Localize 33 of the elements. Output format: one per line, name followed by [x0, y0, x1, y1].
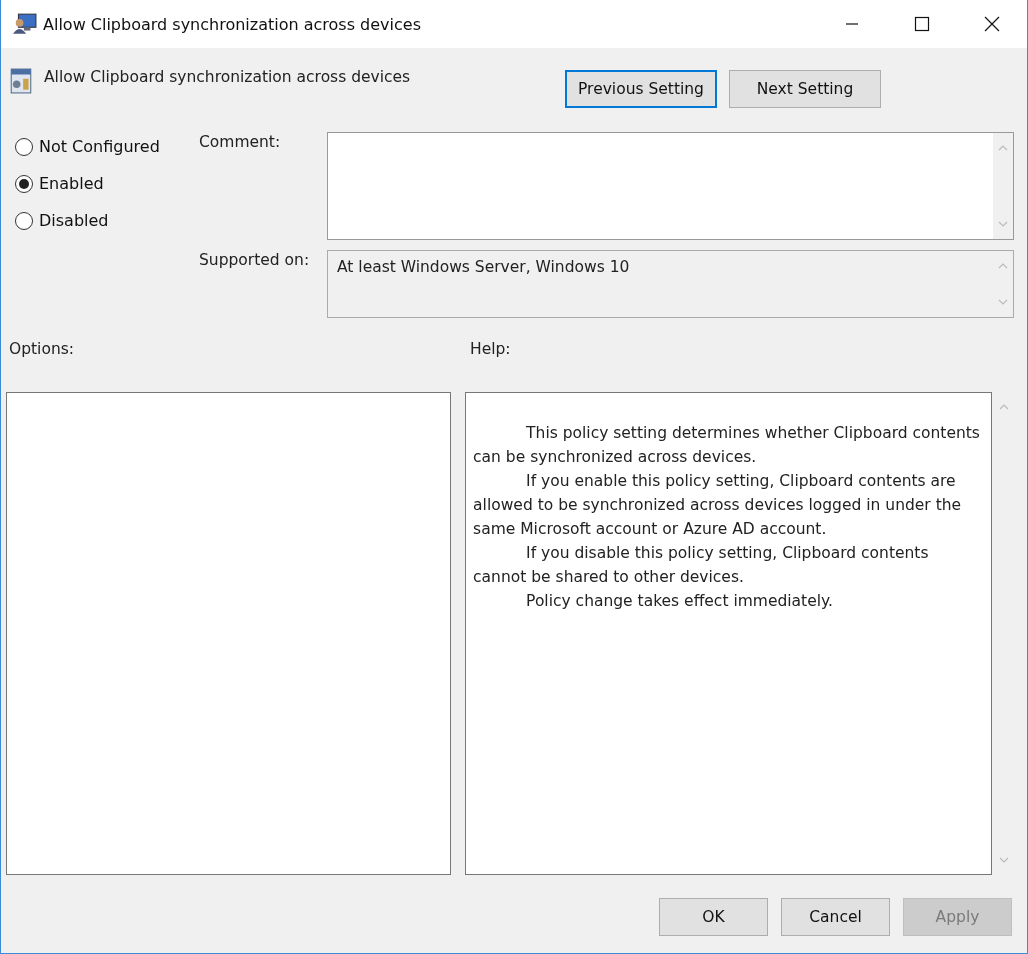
- help-paragraph: Policy change takes effect immediately.: [525, 591, 834, 612]
- radio-icon[interactable]: [15, 174, 33, 193]
- minimize-icon: [846, 23, 858, 25]
- supported-on-value: At least Windows Server, Windows 10: [337, 258, 630, 276]
- comment-label: Comment:: [198, 132, 282, 153]
- scroll-up-icon[interactable]: [998, 263, 1008, 269]
- options-label: Options:: [8, 340, 76, 360]
- help-paragraph: If you disable this policy setting, Clipboard contents cannot be shared to other devices.: [473, 543, 930, 588]
- scroll-up-icon[interactable]: [999, 404, 1009, 410]
- comment-field[interactable]: [327, 132, 1014, 240]
- setting-title: Allow Clipboard synchronization across devices: [44, 67, 411, 86]
- computer-user-icon: [13, 13, 37, 35]
- help-label: Help:: [470, 340, 511, 360]
- dialog-button[interactable]: Cancel: [781, 898, 890, 936]
- scroll-down-icon[interactable]: [999, 857, 1009, 863]
- radio-icon[interactable]: [15, 211, 33, 230]
- dialog-button[interactable]: OK: [659, 898, 768, 936]
- supported-on-label: Supported on:: [198, 250, 311, 271]
- scroll-up-icon[interactable]: [998, 145, 1008, 151]
- scroll-down-icon[interactable]: [998, 221, 1008, 227]
- help-paragraph: This policy setting determines whether Clipboard contents can be synchronized across devices.: [473, 423, 981, 468]
- close-icon: [984, 16, 1000, 32]
- radio-option[interactable]: Enabled: [15, 174, 193, 193]
- nav-button[interactable]: Next Setting: [729, 70, 881, 108]
- nav-button[interactable]: Previous Setting: [565, 70, 717, 108]
- help-paragraph: If you enable this policy setting, Clipboard contents are allowed to be synchronized across devices logged in under the same Microsoft account or Azure AD account.: [473, 471, 963, 540]
- radio-icon[interactable]: [15, 137, 33, 156]
- radio-option[interactable]: Disabled: [15, 211, 193, 230]
- window-title: Allow Clipboard synchronization across devices: [43, 14, 421, 34]
- maximize-icon: [914, 16, 930, 32]
- scroll-down-icon[interactable]: [998, 299, 1008, 305]
- policy-setting-icon: [10, 68, 32, 94]
- radio-option[interactable]: Not Configured: [15, 137, 193, 156]
